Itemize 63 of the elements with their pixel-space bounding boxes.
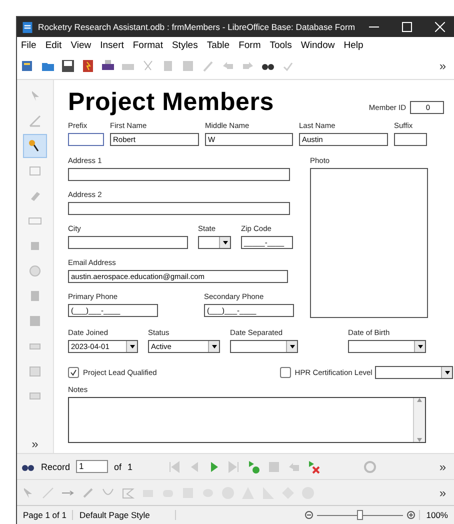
form-edit-icon[interactable]	[21, 59, 35, 73]
dropdown-field[interactable]	[198, 236, 231, 249]
record-field[interactable]: 1	[76, 460, 108, 473]
caret-icon	[418, 344, 422, 348]
menu-item[interactable]: Window	[300, 40, 335, 50]
new-record-icon[interactable]	[246, 460, 261, 474]
delete-record-icon[interactable]	[306, 460, 321, 474]
notes-field[interactable]	[68, 397, 426, 443]
page-style: Default Page Style	[73, 510, 176, 520]
menu-item[interactable]: File	[21, 40, 36, 50]
checkbox[interactable]	[68, 367, 79, 378]
maximize-icon	[402, 22, 412, 32]
down-arrow-icon[interactable]	[417, 438, 422, 442]
menu-item[interactable]: Format	[132, 40, 163, 50]
cut-icon[interactable]	[141, 59, 155, 73]
date-field[interactable]	[348, 340, 426, 353]
caret-icon	[290, 344, 294, 348]
scrollbar[interactable]	[413, 398, 425, 442]
first-record-icon[interactable]	[166, 460, 181, 474]
menu-item[interactable]: Styles	[172, 40, 198, 50]
slider-thumb[interactable]	[357, 510, 364, 520]
form-title: Project Members	[68, 88, 274, 116]
caret-icon	[130, 344, 134, 348]
caret-icon	[444, 370, 450, 374]
text-field[interactable]	[68, 236, 188, 249]
zoom-in-icon[interactable]	[407, 511, 416, 519]
overflow-button[interactable]: »	[32, 437, 38, 451]
up-arrow-icon[interactable]	[417, 398, 422, 402]
record-count: 1	[128, 462, 133, 472]
zoom-level: 100%	[419, 510, 454, 520]
polygon-icon[interactable]	[121, 486, 135, 500]
of-label: of	[114, 462, 122, 472]
checkbox[interactable]	[280, 367, 291, 378]
text-field[interactable]	[68, 133, 104, 146]
menu-item[interactable]: Help	[344, 40, 364, 50]
save-icon[interactable]	[61, 59, 75, 73]
caret-icon	[222, 240, 228, 244]
page-indicator: Page 1 of 1	[17, 510, 74, 520]
text-field[interactable]	[68, 168, 290, 181]
date-field[interactable]	[230, 340, 298, 353]
zoom-out-icon[interactable]	[305, 511, 314, 519]
document-icon	[22, 22, 33, 32]
print-icon[interactable]	[101, 59, 115, 73]
menu-item[interactable]: Edit	[45, 40, 62, 50]
text-field[interactable]	[394, 133, 427, 146]
close-icon	[434, 22, 445, 32]
menu-item[interactable]: Form	[238, 40, 261, 50]
dropdown-field[interactable]	[375, 366, 454, 379]
overflow-button[interactable]: »	[439, 486, 450, 500]
menu-item[interactable]: View	[70, 40, 92, 50]
pdf-icon[interactable]	[81, 59, 95, 73]
line-icon[interactable]	[41, 486, 55, 500]
caret-icon	[212, 344, 216, 348]
text-field[interactable]	[68, 202, 290, 215]
menu-item[interactable]: Table	[206, 40, 230, 50]
window-title: Rocketry Research Assistant.odb : frmMembers - LibreOffice Base: Database Form	[38, 22, 355, 32]
last-record-icon[interactable]	[226, 460, 241, 474]
image-field[interactable]	[310, 168, 428, 318]
record-label: Record	[41, 462, 70, 472]
overflow-button[interactable]: »	[439, 59, 450, 73]
overflow-button[interactable]: »	[439, 460, 450, 474]
menu-item[interactable]: Insert	[100, 40, 124, 50]
menu-item[interactable]: Tools	[270, 40, 292, 50]
